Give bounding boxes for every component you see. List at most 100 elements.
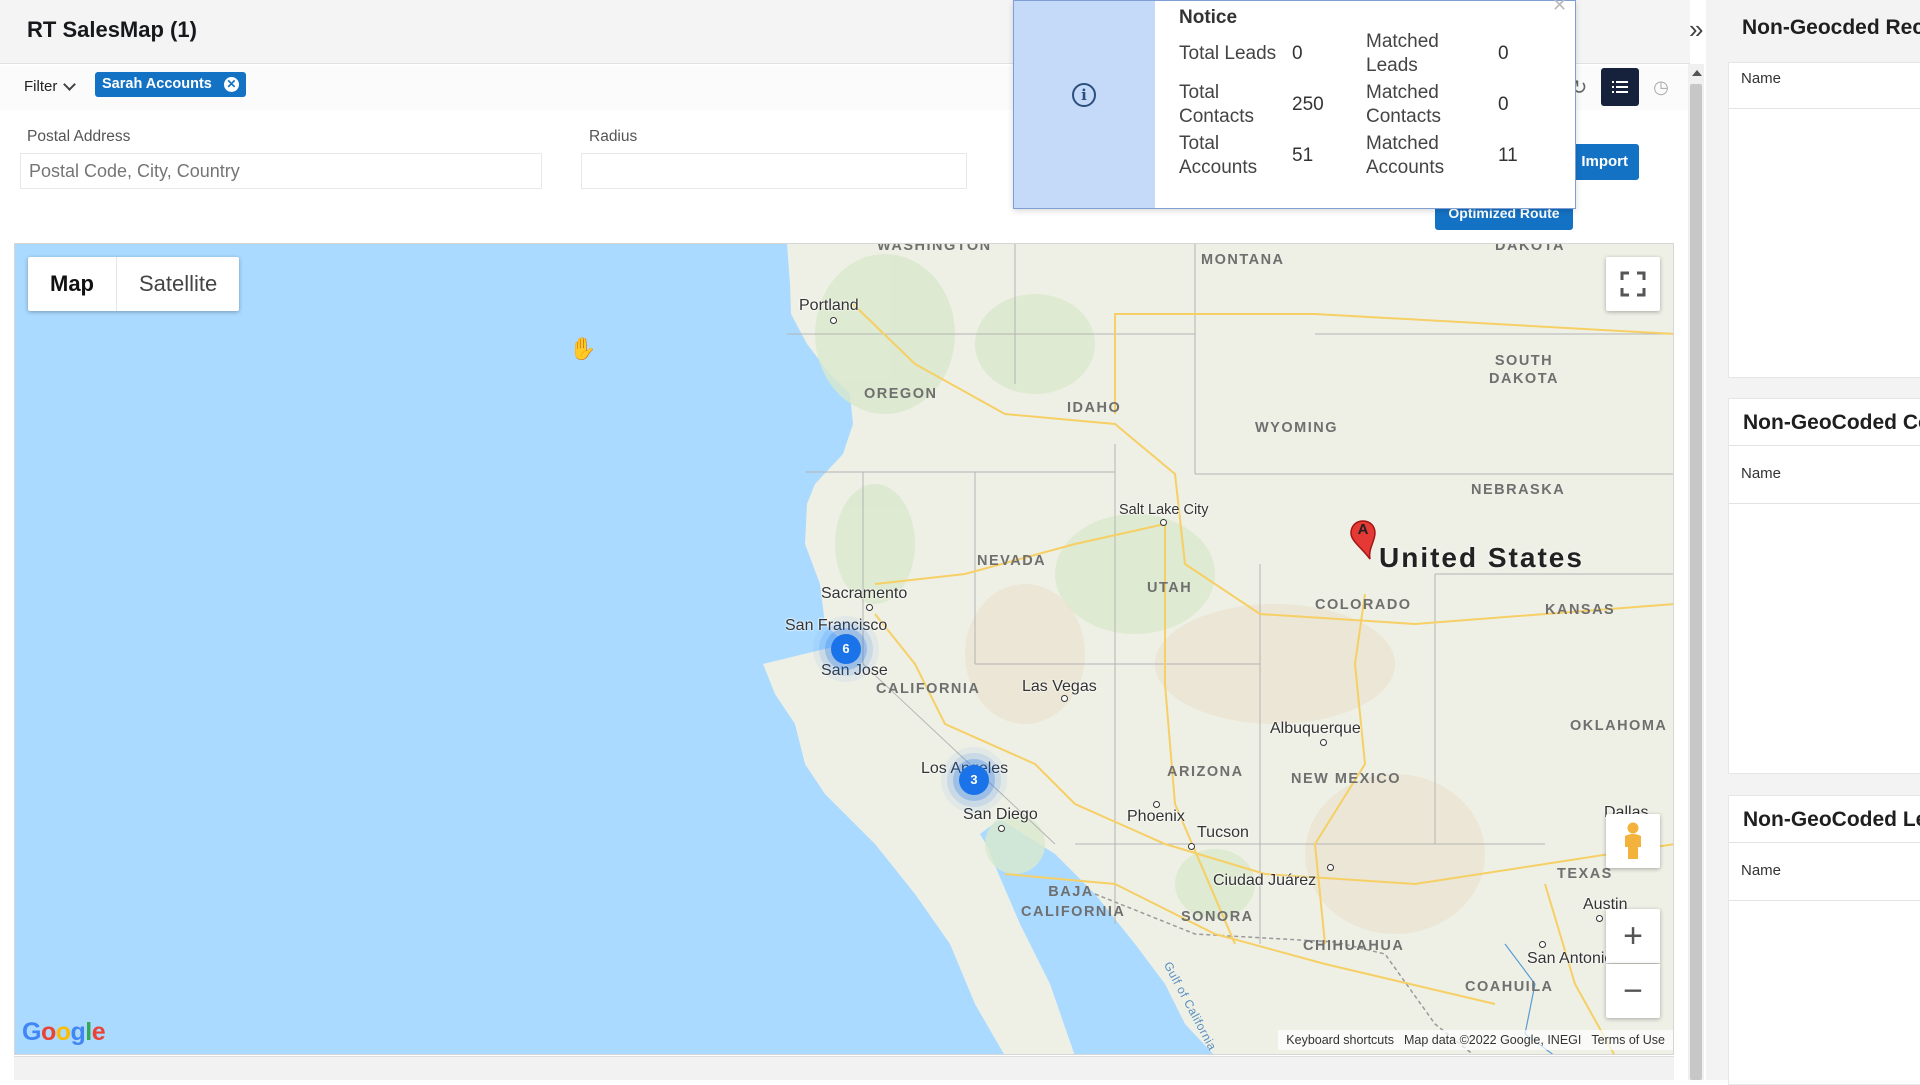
map-label-baja-california: BAJA CALIFORNIA	[1021, 884, 1126, 920]
map-label-nebraska: NEBRASKA	[1471, 482, 1566, 498]
map-label-oregon: OREGON	[864, 386, 938, 402]
filter-label: Filter	[24, 78, 58, 95]
non-geocoded-leads-card: Non-GeoCoded Leads Name	[1728, 795, 1920, 1085]
map-footer: Keyboard shortcuts Map data ©2022 Google…	[1278, 1030, 1673, 1050]
marker-label: A	[1357, 521, 1369, 538]
map-label-oklahoma: OKLAHOMA	[1570, 718, 1668, 734]
map-type-map[interactable]: Map	[28, 257, 117, 311]
column-header-name[interactable]: Name	[1741, 862, 1781, 879]
city-las-vegas: Las Vegas	[1022, 678, 1097, 695]
stat-total-accounts-label: Total Accounts	[1179, 133, 1258, 178]
map-label-texas: TEXAS	[1557, 866, 1613, 882]
filter-chip-label: Sarah Accounts	[102, 76, 212, 92]
non-geocoded-records-title: Non-Geocded Records	[1742, 16, 1920, 39]
notice-sidebar: i	[1014, 1, 1155, 208]
column-header-name[interactable]: Name	[1741, 70, 1781, 87]
map-marker[interactable]: A	[1348, 519, 1378, 568]
city-san-jose: San Jose	[821, 662, 888, 679]
map-label-colorado: COLORADO	[1315, 597, 1412, 613]
divider	[1729, 445, 1920, 446]
city-san-diego: San Diego	[963, 806, 1038, 823]
city-dot	[1160, 519, 1167, 526]
main-scrollbar[interactable]	[1688, 64, 1704, 1080]
remove-filter-icon[interactable]: ✕	[223, 77, 239, 92]
zoom-out-button[interactable]: −	[1606, 964, 1660, 1018]
collapse-panel-icon[interactable]: »	[1689, 14, 1703, 45]
city-san-francisco: San Francisco	[785, 617, 888, 634]
city-dot	[1188, 843, 1195, 850]
stat-matched-leads-label: Matched Leads	[1366, 31, 1439, 76]
city-dot	[1153, 801, 1160, 808]
stat-total-leads-label: Total Leads	[1179, 43, 1277, 64]
filter-dropdown[interactable]: Filter	[24, 77, 77, 95]
postal-address-input[interactable]	[20, 153, 542, 189]
fullscreen-icon[interactable]	[1606, 257, 1660, 311]
map-label-arizona: ARIZONA	[1167, 764, 1244, 780]
hand-cursor-icon: ✋	[569, 336, 597, 361]
map-label-new-mexico: NEW MEXICO	[1291, 771, 1402, 787]
list-view-icon[interactable]	[1601, 68, 1639, 106]
map-cluster[interactable]: 3	[959, 765, 989, 795]
map-label-montana: MONTANA	[1201, 252, 1285, 268]
map-label-wyoming: WYOMING	[1255, 420, 1338, 436]
city-phoenix: Phoenix	[1127, 808, 1185, 825]
map-label-kansas: KANSAS	[1545, 602, 1616, 618]
stat-matched-contacts-label: Matched Contacts	[1366, 82, 1441, 127]
city-portland: Portland	[799, 297, 859, 314]
map-label-idaho: IDAHO	[1067, 400, 1122, 416]
info-icon: i	[1072, 83, 1096, 107]
postal-address-label: Postal Address	[27, 128, 131, 145]
column-header-name[interactable]: Name	[1741, 465, 1781, 482]
city-salt-lake: Salt Lake City	[1119, 502, 1209, 518]
history-icon[interactable]: ◷	[1642, 68, 1680, 106]
city-ciudad-juarez: Ciudad Juárez	[1213, 872, 1317, 889]
right-panel: Non-Geocded Records Name Non-GeoCoded Co…	[1706, 0, 1920, 1085]
map-type-satellite[interactable]: Satellite	[117, 257, 239, 311]
stat-total-contacts-label: Total Contacts	[1179, 82, 1254, 127]
non-geocoded-contacts-title: Non-GeoCoded Contacts	[1743, 411, 1920, 434]
divider	[1729, 900, 1920, 901]
city-dot	[866, 604, 873, 611]
pegman-icon[interactable]	[1606, 814, 1660, 868]
city-dot	[998, 825, 1005, 832]
terms-link[interactable]: Terms of Use	[1591, 1033, 1665, 1047]
non-geocoded-leads-title: Non-GeoCoded Leads	[1743, 808, 1920, 831]
keyboard-shortcuts-link[interactable]: Keyboard shortcuts	[1286, 1033, 1394, 1047]
map-type-control: Map Satellite	[28, 257, 240, 311]
stat-matched-accounts-value: 11	[1498, 145, 1518, 166]
city-dot	[830, 317, 837, 324]
zoom-in-button[interactable]: +	[1606, 909, 1660, 963]
city-san-antonio: San Antonio	[1527, 950, 1614, 967]
radius-label: Radius	[589, 128, 638, 145]
map-label-washington: WASHINGTON	[877, 243, 992, 254]
divider	[1729, 503, 1920, 504]
divider	[1729, 108, 1920, 109]
notice-title: Notice	[1179, 7, 1238, 28]
city-dot	[1539, 941, 1546, 948]
divider	[1729, 842, 1920, 843]
map-label-nevada: NEVADA	[977, 553, 1047, 569]
non-geocoded-records-card: Name	[1728, 62, 1920, 378]
map-label-dakota: DAKOTA	[1495, 243, 1565, 254]
city-dot	[1061, 695, 1068, 702]
map-label-chihuahua: CHIHUAHUA	[1303, 938, 1405, 954]
scrollbar-thumb[interactable]	[1690, 84, 1702, 1080]
map-canvas[interactable]: WASHINGTON MONTANA DAKOTA SOUTH DAKOTA O…	[14, 243, 1674, 1055]
map-label-coahuila: COAHUILA	[1465, 979, 1554, 995]
stat-total-accounts-value: 51	[1292, 145, 1314, 166]
notice-popup: i Notice ✕ Total Leads 0 Matched Leads 0…	[1013, 0, 1576, 209]
map-label-sonora: SONORA	[1181, 909, 1254, 925]
filter-chip[interactable]: Sarah Accounts ✕	[95, 72, 246, 97]
stat-matched-contacts-value: 0	[1498, 94, 1509, 115]
map-label-california: CALIFORNIA	[876, 681, 981, 697]
radius-input[interactable]	[581, 153, 967, 189]
page-title: RT SalesMap (1)	[27, 17, 197, 42]
city-dot	[1327, 864, 1334, 871]
close-icon[interactable]: ✕	[1552, 0, 1567, 16]
scroll-up-arrow-icon[interactable]	[1692, 70, 1702, 76]
stat-total-leads-value: 0	[1292, 43, 1303, 64]
stat-total-contacts-value: 250	[1292, 94, 1324, 115]
city-dot	[1320, 739, 1327, 746]
stat-matched-accounts-label: Matched Accounts	[1366, 133, 1445, 178]
map-cluster[interactable]: 6	[831, 634, 861, 664]
